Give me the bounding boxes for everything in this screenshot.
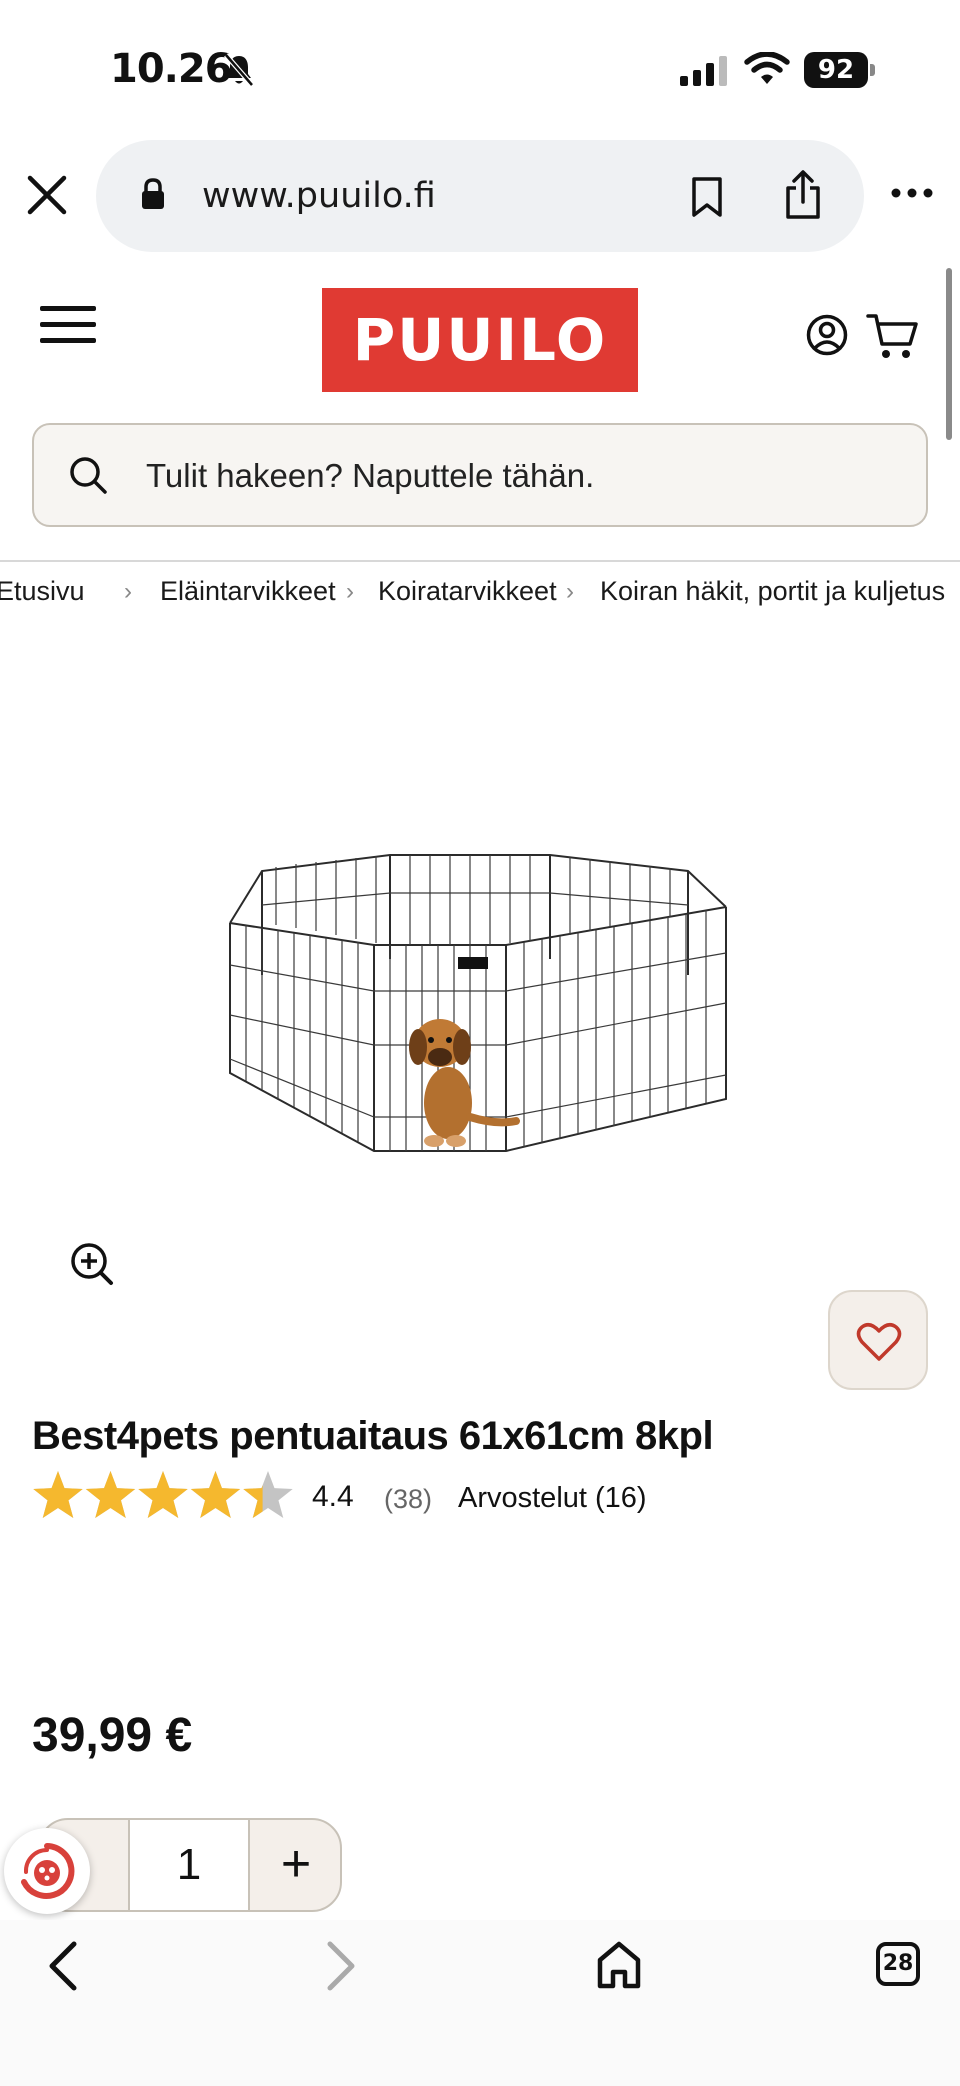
battery-level: 92 xyxy=(804,52,868,88)
breadcrumb-item[interactable]: Koiratarvikkeet xyxy=(378,576,557,607)
status-time: 10.26 xyxy=(110,46,233,92)
chevron-right-icon: › xyxy=(346,578,354,605)
chat-bot-icon xyxy=(21,1843,75,1899)
star-filled-icon xyxy=(85,1471,136,1519)
bell-muted-icon xyxy=(224,53,254,87)
search-placeholder: Tulit hakeen? Naputtele tähän. xyxy=(146,457,595,494)
back-icon[interactable] xyxy=(44,1938,84,1994)
product-title: Best4pets pentuaitaus 61x61cm 8kpl xyxy=(32,1414,714,1458)
rating-count: (38) xyxy=(384,1484,433,1514)
header-divider xyxy=(0,560,960,562)
account-icon[interactable] xyxy=(806,314,848,356)
breadcrumb-item[interactable]: Etusivu xyxy=(0,576,85,607)
bookmark-icon[interactable] xyxy=(690,176,724,218)
url-text[interactable]: www.puuilo.fi xyxy=(202,176,436,216)
cellular-signal-icon xyxy=(680,56,727,86)
reviews-link[interactable]: Arvostelut (16) xyxy=(458,1482,647,1515)
wifi-icon xyxy=(744,52,790,84)
star-filled-icon xyxy=(138,1471,188,1519)
increase-quantity-button[interactable]: + xyxy=(250,1820,340,1910)
close-icon[interactable] xyxy=(26,174,68,216)
product-image[interactable] xyxy=(226,845,734,1170)
cart-icon[interactable] xyxy=(866,312,918,360)
battery-icon: 92 xyxy=(804,52,876,88)
share-icon[interactable] xyxy=(784,170,822,220)
heart-icon xyxy=(856,1323,902,1361)
quantity-input[interactable]: 1 xyxy=(128,1820,250,1910)
site-logo[interactable]: PUUILO xyxy=(322,288,638,392)
zoom-in-icon[interactable] xyxy=(70,1242,114,1286)
tabs-icon[interactable]: 28 xyxy=(876,1942,920,1986)
forward-icon[interactable] xyxy=(320,1938,360,1994)
breadcrumb-item[interactable]: Eläintarvikkeet xyxy=(160,576,336,607)
puppy xyxy=(409,1019,520,1147)
address-bar[interactable]: www.puuilo.fi xyxy=(96,140,864,252)
breadcrumb-item[interactable]: Koiran häkit, portit ja kuljetus xyxy=(600,576,945,607)
lock-icon xyxy=(142,178,164,209)
chat-widget-button[interactable] xyxy=(4,1828,90,1914)
browser-toolbar: 28 xyxy=(0,1920,960,2086)
more-icon[interactable] xyxy=(890,186,934,200)
home-icon[interactable] xyxy=(596,1940,642,1990)
star-filled-icon xyxy=(190,1471,241,1519)
rating-value: 4.4 xyxy=(312,1480,354,1513)
chevron-right-icon: › xyxy=(566,578,574,605)
search-icon xyxy=(70,457,107,494)
product-price: 39,99 € xyxy=(32,1709,193,1762)
rating-stars xyxy=(33,1471,293,1519)
star-filled-icon xyxy=(33,1471,83,1519)
scrollbar[interactable] xyxy=(946,268,952,440)
chevron-right-icon: › xyxy=(124,578,132,605)
favorite-button[interactable] xyxy=(828,1290,928,1390)
status-bar: 10.26 92 xyxy=(0,0,960,130)
logo-text: PUUILO xyxy=(352,306,608,374)
breadcrumb: Etusivu › Eläintarvikkeet › Koiratarvikk… xyxy=(0,576,960,616)
search-input[interactable]: Tulit hakeen? Naputtele tähän. xyxy=(32,423,928,527)
hamburger-menu-icon[interactable] xyxy=(40,304,96,346)
